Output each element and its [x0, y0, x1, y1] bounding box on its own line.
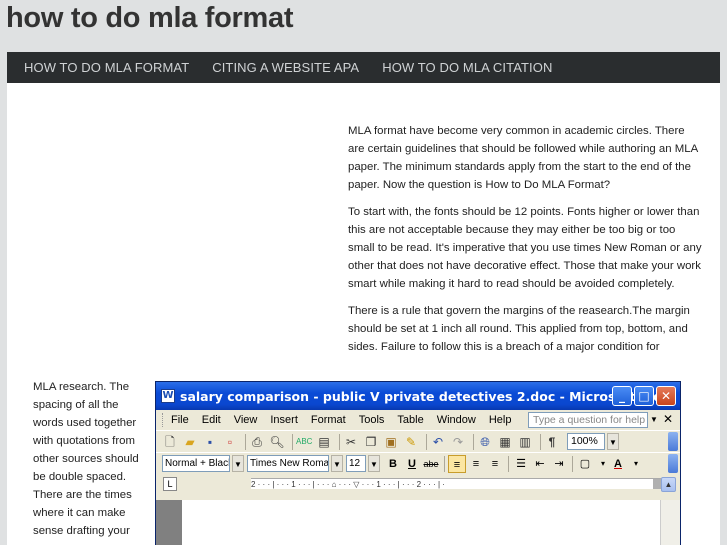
document-area — [156, 500, 680, 545]
open-icon[interactable]: ▰ — [182, 434, 198, 450]
menu-window[interactable]: Window — [437, 414, 476, 426]
window-controls: _ □ ✕ — [612, 386, 676, 406]
horizontal-ruler[interactable]: 2 · · · | · · · 1 · · · | · · · ⌂ · · · … — [251, 478, 661, 489]
word-title-bar: W salary comparison - public V private d… — [156, 382, 680, 410]
toolbar-separator — [339, 433, 340, 450]
formatting-toolbar: Normal + Black ▼ Times New Roman ▼ 12 ▼ … — [156, 452, 680, 474]
article-paragraph: There is a rule that govern the margins … — [348, 305, 690, 353]
ruler-labels: 2 · · · | · · · 1 · · · | · · · ⌂ · · · … — [251, 480, 445, 489]
style-dropdown-arrow[interactable]: ▼ — [232, 455, 244, 472]
word-window-screenshot: W salary comparison - public V private d… — [155, 381, 681, 545]
toolbar-separator — [292, 433, 293, 450]
toolbar-grip[interactable] — [162, 413, 165, 427]
zoom-dropdown-arrow[interactable]: ▼ — [607, 433, 619, 450]
help-search-input[interactable]: Type a question for help — [528, 412, 648, 428]
menu-insert[interactable]: Insert — [270, 414, 298, 426]
align-left-button[interactable]: ≡ — [448, 454, 466, 473]
print-preview-icon[interactable]: 🔍︎ — [269, 434, 285, 450]
cut-icon[interactable]: ✂ — [343, 434, 359, 450]
decrease-indent-icon[interactable]: ⇤ — [531, 455, 549, 473]
menu-help[interactable]: Help — [489, 414, 512, 426]
font-select[interactable]: Times New Roman — [247, 455, 329, 472]
menu-view[interactable]: View — [234, 414, 258, 426]
menu-edit[interactable]: Edit — [202, 414, 221, 426]
word-window-title: salary comparison - public V private det… — [180, 388, 677, 404]
font-dropdown-arrow[interactable]: ▼ — [331, 455, 343, 472]
minimize-button[interactable]: _ — [612, 386, 632, 406]
tables-icon[interactable]: ▦ — [497, 434, 513, 450]
spelling-icon[interactable]: ABC — [296, 434, 312, 450]
word-menu-bar: File Edit View Insert Format Tools Table… — [156, 410, 680, 430]
toolbar-separator — [540, 433, 541, 450]
research-icon[interactable]: ▤ — [316, 434, 332, 450]
vertical-scrollbar[interactable] — [660, 500, 680, 545]
columns-icon[interactable]: ▥ — [517, 434, 533, 450]
font-color-icon[interactable]: A — [609, 455, 627, 473]
article-side-text: MLA research. The spacing of all the wor… — [33, 381, 139, 537]
print-icon[interactable]: ⎙ — [249, 434, 265, 450]
paste-icon[interactable]: ▣ — [383, 434, 399, 450]
align-center-button[interactable]: ≡ — [467, 455, 485, 473]
format-painter-icon[interactable]: ✎ — [403, 434, 419, 450]
menu-table[interactable]: Table — [397, 414, 423, 426]
redo-icon[interactable]: ↷ — [450, 434, 466, 450]
close-button[interactable]: ✕ — [656, 386, 676, 406]
borders-dropdown-arrow[interactable]: ▾ — [597, 455, 609, 472]
nav-item-citing-a-website-apa[interactable]: CITING A WEBSITE APA — [212, 60, 359, 75]
tab-selector[interactable]: L — [163, 477, 177, 491]
article-paragraph: MLA format have become very common in ac… — [348, 125, 698, 191]
maximize-button[interactable]: □ — [634, 386, 654, 406]
toolbar-separator — [444, 455, 445, 472]
font-color-dropdown-arrow[interactable]: ▾ — [630, 455, 642, 472]
menu-file[interactable]: File — [171, 414, 189, 426]
strikethrough-button[interactable]: abe — [422, 455, 440, 473]
menu-tools[interactable]: Tools — [359, 414, 385, 426]
font-size-select[interactable]: 12 — [346, 455, 366, 472]
site-title[interactable]: how to do mla format — [6, 2, 294, 35]
main-nav: HOW TO DO MLA FORMAT CITING A WEBSITE AP… — [7, 52, 720, 83]
article-paragraph: To start with, the fonts should be 12 po… — [348, 206, 702, 290]
style-select[interactable]: Normal + Black — [162, 455, 230, 472]
align-right-button[interactable]: ≡ — [486, 455, 504, 473]
zoom-level-select[interactable]: 100% — [567, 433, 605, 450]
ruler-row: L 2 · · · | · · · 1 · · · | · · · ⌂ · · … — [156, 474, 680, 494]
permission-icon[interactable]: ▫ — [222, 434, 238, 450]
toolbar-separator — [426, 433, 427, 450]
show-formatting-icon[interactable]: ¶ — [544, 434, 560, 450]
copy-icon[interactable]: ❐ — [363, 434, 379, 450]
borders-icon[interactable]: ▢ — [576, 455, 594, 473]
nav-item-how-to-do-mla-citation[interactable]: HOW TO DO MLA CITATION — [382, 60, 552, 75]
ruler-right-margin — [653, 479, 661, 489]
article-body: MLA format have become very common in ac… — [348, 122, 704, 365]
scroll-up-button[interactable]: ▲ — [661, 477, 676, 492]
document-page[interactable] — [182, 500, 660, 545]
menu-format[interactable]: Format — [311, 414, 346, 426]
word-app-icon: W — [161, 389, 175, 403]
save-icon[interactable]: ▪ — [202, 434, 218, 450]
font-size-dropdown-arrow[interactable]: ▼ — [368, 455, 380, 472]
nav-item-how-to-do-mla-format[interactable]: HOW TO DO MLA FORMAT — [24, 60, 189, 75]
document-close-icon[interactable]: ✕ — [663, 412, 673, 426]
undo-icon[interactable]: ↶ — [430, 434, 446, 450]
hyperlink-icon[interactable]: 🌐︎ — [477, 434, 493, 450]
toolbar-separator — [508, 455, 509, 472]
toolbar-separator — [473, 433, 474, 450]
new-icon[interactable]: 🗋 — [162, 434, 178, 450]
toolbar-separator — [245, 433, 246, 450]
standard-toolbar: 🗋 ▰ ▪ ▫ ⎙ 🔍︎ ABC ▤ ✂ ❐ ▣ ✎ ↶ ↷ 🌐︎ ▦ ▥ ¶ … — [156, 430, 680, 452]
help-dropdown-arrow[interactable]: ▼ — [648, 412, 660, 428]
bold-button[interactable]: B — [384, 455, 402, 473]
numbering-icon[interactable]: ☰ — [512, 455, 530, 473]
increase-indent-icon[interactable]: ⇥ — [550, 455, 568, 473]
toolbar-separator — [572, 455, 573, 472]
underline-button[interactable]: U — [403, 455, 421, 473]
toolbar-options-chevron[interactable] — [668, 432, 678, 451]
toolbar-options-chevron[interactable] — [668, 454, 678, 473]
